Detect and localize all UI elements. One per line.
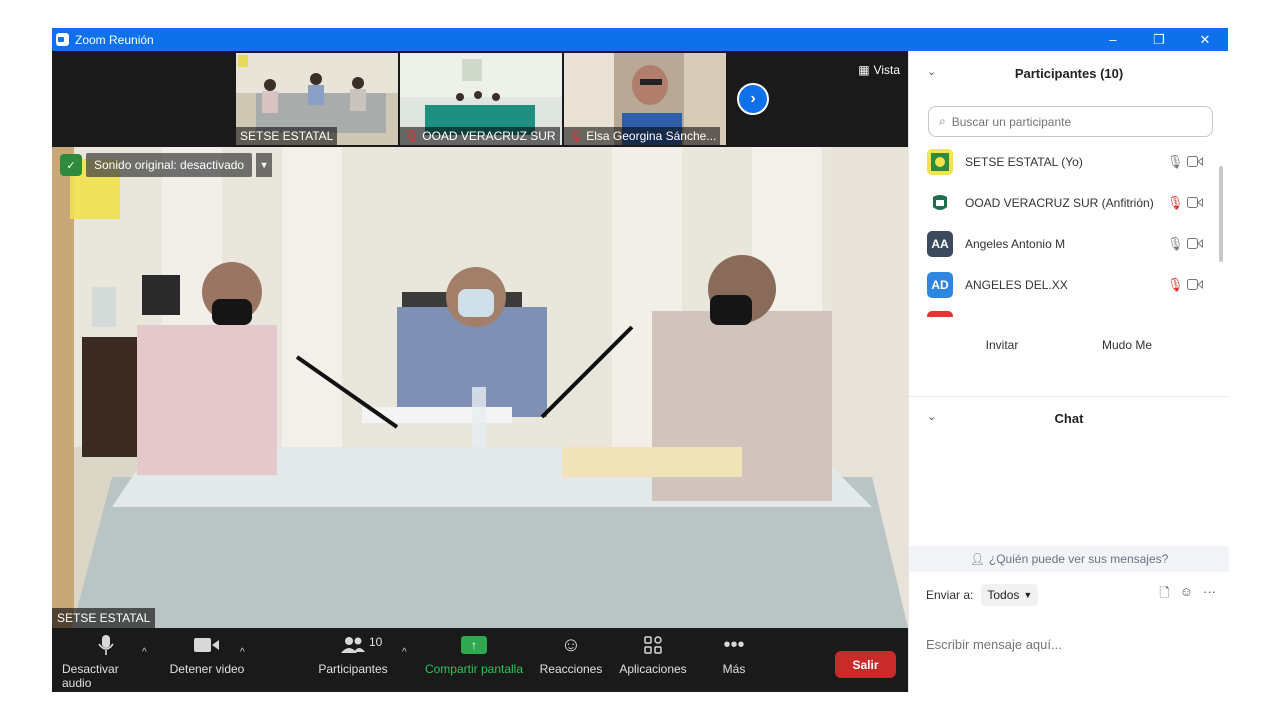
participant-row[interactable]: SETSE ESTATAL (Yo) 🎙︎ [909, 141, 1219, 182]
microphone-icon[interactable]: 🎙︎ [1167, 236, 1184, 252]
avatar: AD [927, 271, 953, 298]
search-input[interactable] [951, 114, 1192, 129]
title-bar: Zoom Reunión – ❐ ✕ [52, 28, 1228, 51]
next-page-button[interactable]: › [737, 83, 769, 115]
participants-title: Participantes (10) [1014, 65, 1124, 81]
apps-button[interactable]: Aplicaciones [616, 628, 690, 692]
window-controls: – ❐ ✕ [1090, 28, 1228, 51]
mute-me-button[interactable]: Mudo Me [1093, 333, 1161, 357]
person-icon: 👤︎ [969, 552, 985, 566]
video-camera-icon[interactable] [1187, 156, 1203, 167]
sound-status-text: Sonido original: desactivado [86, 153, 253, 177]
audio-options-caret[interactable]: ^ [142, 647, 147, 658]
avatar: AA [927, 230, 953, 257]
participants-icon [340, 628, 366, 662]
minimize-button[interactable]: – [1090, 28, 1136, 51]
video-camera-icon[interactable] [1187, 197, 1203, 208]
file-icon[interactable]: 🗋 [1159, 584, 1169, 606]
chevron-right-icon: › [750, 90, 756, 107]
participants-header: ⌄ Participantes (10) [909, 51, 1229, 95]
video-options-caret[interactable]: ^ [240, 647, 245, 658]
chat-message-input[interactable] [926, 637, 1216, 652]
participant-list-scrollbar[interactable] [1219, 166, 1223, 262]
chat-header: ⌄ Chat [909, 396, 1229, 440]
collapse-chevron-icon[interactable]: ⌄ [927, 410, 936, 423]
restore-button[interactable]: ❐ [1136, 28, 1182, 51]
more-button[interactable]: ••• Más [712, 628, 756, 692]
thumbnail-video[interactable]: 🎙︎ OOAD VERACRUZ SUR [400, 53, 562, 145]
thumbnail-video[interactable]: 🎙︎ Elsa Georgina Sánche... [564, 53, 726, 145]
microphone-icon[interactable]: 🎙︎ [1167, 154, 1184, 170]
speaker-name-label: SETSE ESTATAL [52, 608, 156, 628]
send-to-row: Enviar a: Todos ▼ 🗋 ☺ ··· [926, 584, 1216, 606]
avatar [927, 311, 953, 317]
send-to-label: Enviar a: [926, 588, 974, 602]
window-title: Zoom Reunión [75, 32, 154, 47]
active-speaker-image [52, 147, 908, 628]
close-button[interactable]: ✕ [1182, 28, 1228, 51]
chevron-down-icon: ▼ [1023, 590, 1033, 600]
who-can-see-link[interactable]: 👤︎ ¿Quién puede ver sus mensajes? [909, 546, 1229, 572]
meeting-toolbar: Desactivar audio ^ Detener video ^ Parti… [52, 628, 908, 692]
avatar [927, 189, 953, 216]
avatar [927, 148, 953, 175]
mic-muted-icon: 🎙︎ [404, 129, 420, 143]
stop-video-button[interactable]: Detener video [164, 628, 250, 692]
emoji-icon: ☺ [560, 633, 582, 656]
invite-button[interactable]: Invitar [975, 333, 1029, 357]
more-dots-icon[interactable]: ··· [1203, 584, 1216, 606]
thumbnail-label: SETSE ESTATAL [236, 127, 338, 145]
side-panel: ⌄ Participantes (10) ⌕ SETSE ESTATAL (Yo… [908, 51, 1229, 692]
share-arrow-icon: ↑ [461, 636, 487, 654]
sound-options-button[interactable]: ▼ [256, 153, 273, 177]
thumbnail-label: 🎙︎ OOAD VERACRUZ SUR [400, 127, 560, 145]
participant-search[interactable]: ⌕ [928, 106, 1213, 137]
shield-icon: ✓ [60, 154, 82, 176]
collapse-chevron-icon[interactable]: ⌄ [927, 65, 936, 78]
participant-row[interactable] [909, 305, 1219, 317]
participant-row[interactable]: OOAD VERACRUZ SUR (Anfitrión) 🎙︎ [909, 182, 1219, 223]
leave-button[interactable]: Salir [835, 651, 896, 678]
participant-row[interactable]: AA Angeles Antonio M 🎙︎ [909, 223, 1219, 264]
chat-actions: 🗋 ☺ ··· [1159, 584, 1216, 606]
share-screen-button[interactable]: ↑ Compartir pantalla [424, 628, 524, 692]
mic-muted-icon[interactable]: 🎙︎ [1167, 277, 1184, 293]
video-camera-icon[interactable] [1187, 279, 1203, 290]
participant-row[interactable]: AD ANGELES DEL.XX 🎙︎ [909, 264, 1219, 305]
video-camera-icon [194, 628, 220, 662]
participants-options-caret[interactable]: ^ [402, 647, 407, 658]
zoom-window: Zoom Reunión – ❐ ✕ SETSE ESTATAL 🎙︎ OOAD… [52, 28, 1229, 692]
original-sound-banner: ✓ Sonido original: desactivado ▼ [60, 153, 273, 177]
chat-title: Chat [1054, 410, 1084, 426]
search-icon: ⌕ [939, 114, 946, 128]
reactions-button[interactable]: ☺ Reacciones [538, 628, 604, 692]
thumbnail-label: 🎙︎ Elsa Georgina Sánche... [564, 127, 721, 145]
more-dots-icon: ••• [723, 633, 745, 656]
thumbnail-video[interactable]: SETSE ESTATAL [236, 53, 398, 145]
apps-icon [644, 628, 662, 662]
main-video[interactable]: ✓ Sonido original: desactivado ▼ SETSE E… [52, 147, 908, 628]
thumbnail-strip: SETSE ESTATAL 🎙︎ OOAD VERACRUZ SUR 🎙︎ El… [52, 51, 908, 147]
participant-list: SETSE ESTATAL (Yo) 🎙︎ OOAD VERACRUZ SUR … [909, 141, 1219, 317]
view-button[interactable]: ▦ Vista [858, 63, 900, 77]
emoji-icon[interactable]: ☺ [1180, 584, 1193, 606]
grid-icon: ▦ [858, 63, 870, 77]
microphone-icon [98, 628, 114, 662]
video-camera-icon[interactable] [1187, 238, 1203, 249]
zoom-logo-icon [56, 33, 69, 46]
video-area: SETSE ESTATAL 🎙︎ OOAD VERACRUZ SUR 🎙︎ El… [52, 51, 908, 692]
participants-count: 10 [369, 635, 383, 649]
mute-audio-button[interactable]: Desactivar audio [62, 628, 150, 692]
mic-muted-icon[interactable]: 🎙︎ [1167, 195, 1184, 211]
recipient-dropdown[interactable]: Todos ▼ [981, 584, 1039, 606]
mic-muted-icon: 🎙︎ [568, 129, 584, 143]
